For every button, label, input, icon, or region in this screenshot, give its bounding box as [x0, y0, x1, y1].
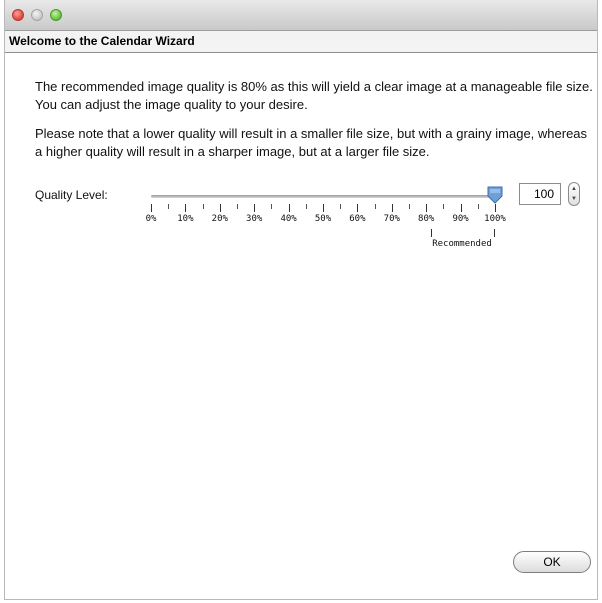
stepper-down-icon[interactable]: ▼ — [569, 195, 579, 203]
slider-tick — [426, 204, 428, 212]
note-paragraph: Please note that a lower quality will re… — [35, 126, 588, 159]
recommended-marker — [431, 229, 432, 237]
slider-tick — [168, 204, 170, 209]
slider-tick-label: 60% — [349, 214, 366, 224]
slider-tick — [495, 204, 496, 212]
slider-tick-label: 100% — [484, 214, 506, 224]
stepper-up-icon[interactable]: ▲ — [569, 185, 579, 193]
slider-tick — [357, 204, 359, 212]
slider-tick-label: 40% — [280, 214, 297, 224]
quality-stepper[interactable]: ▲ ▼ — [568, 182, 580, 206]
slider-tick — [271, 204, 273, 209]
slider-tick-label: 50% — [314, 214, 332, 224]
slider-tick-label: 80% — [418, 214, 435, 224]
slider-tick — [219, 204, 221, 212]
slider-tick-label: 0% — [145, 214, 157, 224]
slider-tick-label: 70% — [383, 214, 400, 224]
slider-thumb-icon[interactable] — [487, 186, 503, 204]
slider-tick — [374, 204, 376, 209]
slider-tick-label: 30% — [246, 214, 263, 224]
slider-tick — [254, 204, 256, 212]
quality-level-label: Quality Level: — [35, 188, 108, 202]
slider-track[interactable] — [151, 195, 501, 198]
slider-tick — [151, 204, 152, 212]
recommended-marker-end — [494, 229, 495, 237]
slider-tick — [340, 204, 342, 209]
wizard-window: Welcome to the Calendar Wizard The recom… — [4, 0, 598, 600]
minimize-window-icon[interactable] — [31, 9, 43, 21]
ok-button[interactable]: OK — [513, 551, 591, 573]
slider-tick — [202, 204, 204, 209]
slider-tick — [185, 204, 187, 212]
slider-tick-label: 10% — [177, 214, 194, 224]
slider-tick — [305, 204, 307, 209]
close-window-icon[interactable] — [12, 9, 24, 21]
wizard-title: Welcome to the Calendar Wizard — [5, 31, 597, 53]
slider-tick — [391, 204, 393, 212]
slider-tick — [460, 204, 462, 212]
slider-tick-label: 20% — [211, 214, 228, 224]
intro-paragraph: The recommended image quality is 80% as … — [35, 79, 593, 112]
recommended-label: Recommended — [432, 239, 492, 249]
slider-tick — [237, 204, 238, 209]
slider-tick-label: 90% — [452, 214, 469, 224]
zoom-window-icon[interactable] — [50, 9, 62, 21]
title-bar[interactable] — [5, 0, 597, 31]
quality-value-field[interactable]: 100 — [519, 183, 561, 205]
slider-tick — [477, 204, 479, 209]
slider-tick — [288, 204, 290, 212]
slider-tick — [443, 204, 445, 209]
slider-tick — [409, 204, 410, 209]
slider-tick — [323, 204, 324, 212]
